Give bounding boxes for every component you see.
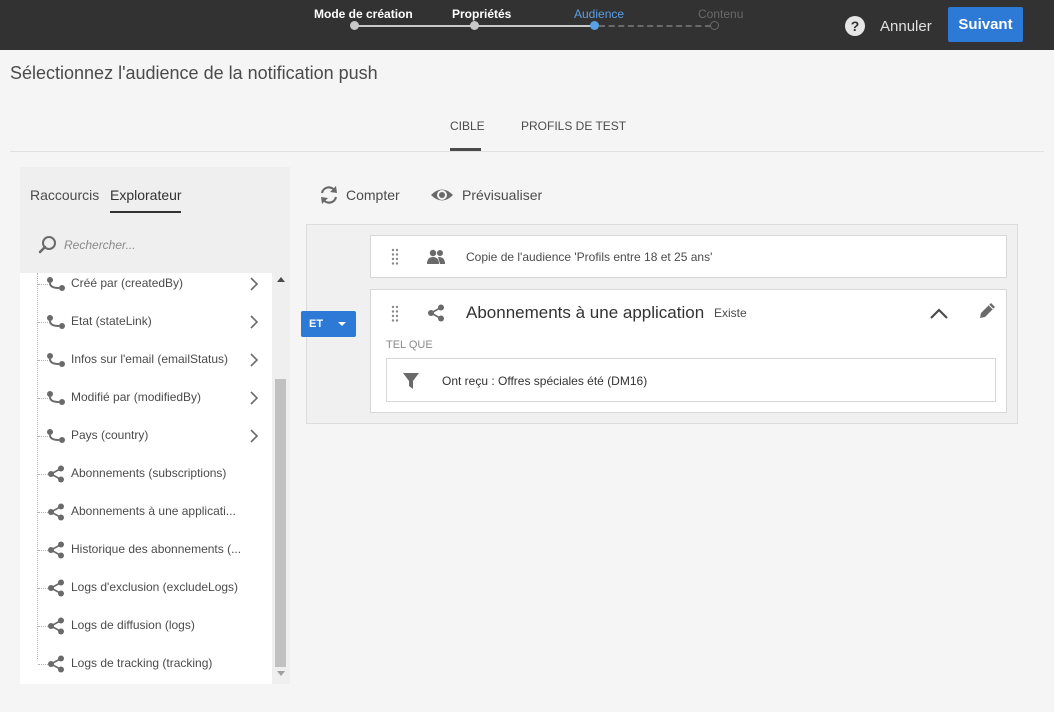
- chevron-up-icon[interactable]: [929, 306, 949, 320]
- tree-item-label: Abonnements (subscriptions): [71, 466, 227, 480]
- count-label: Compter: [346, 187, 400, 203]
- step-mode-creation-dot[interactable]: [350, 21, 359, 30]
- chevron-right-icon[interactable]: [248, 391, 260, 405]
- query-builder: Copie de l'audience 'Profils entre 18 et…: [306, 224, 1018, 424]
- filter-condition[interactable]: Ont reçu : Offres spéciales été (DM16): [386, 358, 996, 402]
- edit-pencil-icon[interactable]: [977, 301, 997, 321]
- tree-item-label: Etat (stateLink): [71, 314, 152, 328]
- tree-item-label: Abonnements à une applicati...: [71, 504, 236, 518]
- eye-icon: [431, 189, 453, 201]
- chevron-right-icon[interactable]: [248, 277, 260, 291]
- search-input[interactable]: [64, 235, 264, 255]
- tree-item-subscriptions[interactable]: Abonnements (subscriptions): [20, 455, 272, 493]
- tab-cible[interactable]: CIBLE: [450, 119, 485, 133]
- step-contenu-label: Contenu: [698, 7, 744, 21]
- top-bar: Mode de création Propriétés Audience Con…: [0, 0, 1054, 50]
- share-icon: [428, 304, 444, 322]
- link-icon: [47, 391, 65, 405]
- tree-scrollbar[interactable]: [272, 273, 290, 684]
- drag-handle-icon[interactable]: [391, 248, 399, 266]
- audience-card[interactable]: Copie de l'audience 'Profils entre 18 et…: [370, 235, 1007, 278]
- tree-item-label: Historique des abonnements (...: [71, 542, 242, 556]
- tab-raccourcis[interactable]: Raccourcis: [30, 187, 99, 203]
- step-contenu-dot: [710, 21, 719, 30]
- audience-card-label: Copie de l'audience 'Profils entre 18 et…: [466, 250, 713, 264]
- refresh-icon: [320, 186, 338, 204]
- step-mode-creation-label[interactable]: Mode de création: [314, 7, 413, 21]
- users-icon: [427, 249, 445, 264]
- explorer-tree: Créé par (createdBy) Etat (stateLink) In…: [20, 273, 272, 684]
- step-audience-label[interactable]: Audience: [574, 7, 624, 21]
- preview-button[interactable]: Prévisualiser: [430, 184, 545, 206]
- drag-handle-icon[interactable]: [391, 305, 399, 323]
- tab-explorateur[interactable]: Explorateur: [110, 187, 182, 203]
- chevron-right-icon[interactable]: [248, 429, 260, 443]
- step-proprietes-label[interactable]: Propriétés: [452, 7, 511, 21]
- step-audience-dot[interactable]: [590, 21, 599, 30]
- explorer-tab-indicator: [110, 211, 181, 213]
- tel-que-label: TEL QUE: [386, 339, 433, 351]
- explorer-panel: Raccourcis Explorateur Créé par (created…: [20, 167, 290, 684]
- tree-item-label: Logs de tracking (tracking): [71, 656, 213, 670]
- tree-item-exclude-logs[interactable]: Logs d'exclusion (excludeLogs): [20, 569, 272, 607]
- tree-item-label: Logs de diffusion (logs): [71, 618, 195, 632]
- tree-item-label: Créé par (createdBy): [71, 276, 184, 290]
- count-button[interactable]: Compter: [318, 184, 408, 206]
- tree-item-label: Logs d'exclusion (excludeLogs): [71, 580, 239, 594]
- subscription-card[interactable]: Abonnements à une application Existe TEL…: [370, 289, 1007, 413]
- link-icon: [47, 429, 65, 443]
- next-button[interactable]: Suivant: [948, 7, 1023, 42]
- page-title: Sélectionnez l'audience de la notificati…: [10, 63, 378, 83]
- tree-item-logs[interactable]: Logs de diffusion (logs): [20, 607, 272, 645]
- filter-condition-label: Ont reçu : Offres spéciales été (DM16): [442, 374, 648, 388]
- share-icon: [48, 617, 64, 635]
- progress-line-pending: [599, 25, 711, 27]
- chevron-right-icon[interactable]: [248, 353, 260, 367]
- search-row: [38, 235, 268, 255]
- share-icon: [48, 579, 64, 597]
- preview-label: Prévisualiser: [462, 187, 543, 203]
- tree-item-email-status[interactable]: Infos sur l'email (emailStatus): [20, 341, 272, 379]
- condition-exists-label[interactable]: Existe: [714, 306, 747, 320]
- chevron-right-icon[interactable]: [248, 315, 260, 329]
- tree-item-modified-by[interactable]: Modifié par (modifiedBy): [20, 379, 272, 417]
- share-icon: [48, 465, 64, 483]
- link-icon: [47, 315, 65, 329]
- scroll-up-arrow-icon[interactable]: [277, 277, 285, 282]
- share-icon: [48, 655, 64, 673]
- operator-label: ET: [309, 318, 324, 330]
- link-icon: [47, 277, 65, 291]
- scroll-down-arrow-icon[interactable]: [277, 671, 285, 676]
- tab-profils-de-test[interactable]: PROFILS DE TEST: [521, 119, 626, 133]
- tree-item-tracking[interactable]: Logs de tracking (tracking): [20, 645, 272, 683]
- tree-item-created-by[interactable]: Créé par (createdBy): [20, 273, 272, 303]
- tree-item-label: Pays (country): [71, 428, 149, 442]
- operator-et-button[interactable]: ET: [301, 311, 356, 337]
- filter-icon: [403, 373, 419, 389]
- tree-item-state-link[interactable]: Etat (stateLink): [20, 303, 272, 341]
- help-icon[interactable]: ?: [845, 16, 865, 36]
- scroll-thumb[interactable]: [275, 379, 286, 667]
- search-icon: [38, 236, 56, 254]
- share-icon: [48, 503, 64, 521]
- caret-down-icon: [338, 322, 346, 326]
- link-icon: [47, 353, 65, 367]
- tree-item-label: Modifié par (modifiedBy): [71, 390, 202, 404]
- tree-item-app-subscriptions[interactable]: Abonnements à une applicati...: [20, 493, 272, 531]
- share-icon: [48, 541, 64, 559]
- tabs-divider: [10, 151, 1044, 152]
- tree-item-label: Infos sur l'email (emailStatus): [71, 352, 229, 366]
- tree-item-subscription-history[interactable]: Historique des abonnements (...: [20, 531, 272, 569]
- step-proprietes-dot[interactable]: [470, 21, 479, 30]
- subscription-card-title: Abonnements à une application: [466, 303, 705, 322]
- cancel-button[interactable]: Annuler: [880, 15, 932, 37]
- tree-item-country[interactable]: Pays (country): [20, 417, 272, 455]
